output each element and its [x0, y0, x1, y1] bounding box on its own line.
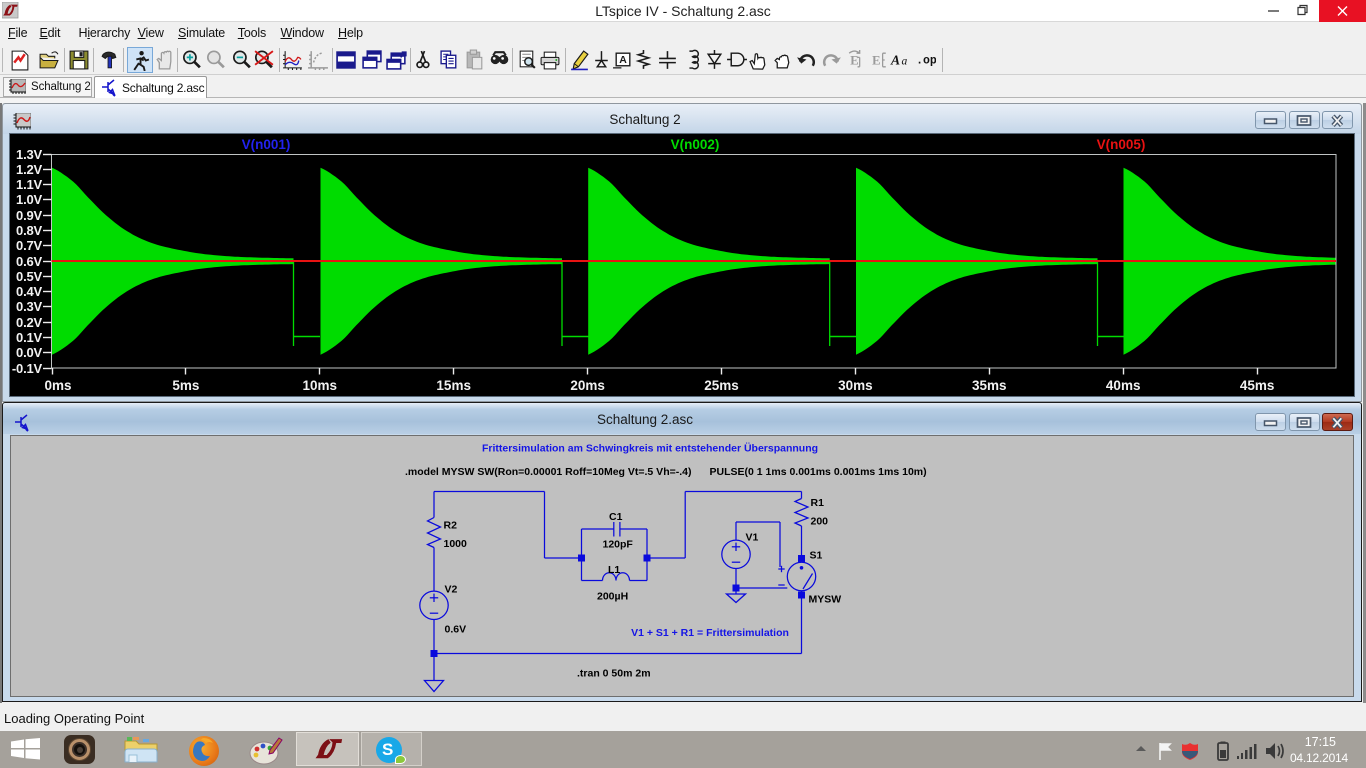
- svg-text:30ms: 30ms: [838, 378, 873, 393]
- svg-text:0.6V: 0.6V: [16, 254, 42, 269]
- svg-text:0.7V: 0.7V: [16, 238, 42, 253]
- svg-text:R2: R2: [444, 520, 458, 532]
- svg-text:200: 200: [811, 516, 829, 528]
- svg-text:15ms: 15ms: [436, 378, 471, 393]
- svg-text:200µH: 200µH: [597, 591, 628, 603]
- svg-text:25ms: 25ms: [704, 378, 739, 393]
- svg-text:S1: S1: [810, 550, 823, 562]
- svg-text:A: A: [619, 55, 627, 66]
- svg-text:45ms: 45ms: [1240, 378, 1275, 393]
- svg-text:Frittersimulation am Schwingkr: Frittersimulation am Schwingkreis mit en…: [482, 442, 818, 455]
- svg-text:C1: C1: [609, 511, 623, 523]
- svg-text:V(n001): V(n001): [242, 137, 291, 152]
- svg-text:0.2V: 0.2V: [16, 315, 42, 330]
- svg-text:V1: V1: [746, 532, 759, 544]
- svg-text:5ms: 5ms: [172, 378, 199, 393]
- svg-text:PULSE(0 1 1ms 0.001ms 0.001ms: PULSE(0 1 1ms 0.001ms 0.001ms 1ms 10m): [710, 466, 927, 478]
- svg-text:V(n005): V(n005): [1097, 137, 1146, 152]
- svg-text:1.3V: 1.3V: [16, 147, 42, 162]
- svg-text:0.8V: 0.8V: [16, 223, 42, 238]
- svg-text:V2: V2: [445, 584, 458, 596]
- svg-text:0.5V: 0.5V: [16, 269, 42, 284]
- svg-text:L1: L1: [608, 564, 620, 576]
- svg-text:.op: .op: [916, 55, 936, 68]
- svg-text:0.9V: 0.9V: [16, 208, 42, 223]
- svg-text:0.4V: 0.4V: [16, 284, 42, 299]
- svg-text:V1 + S1 + R1 = Frittersimulati: V1 + S1 + R1 = Frittersimulation: [631, 627, 789, 639]
- svg-text:40ms: 40ms: [1106, 378, 1141, 393]
- svg-text:A: A: [890, 53, 900, 68]
- svg-text:120pF: 120pF: [603, 539, 634, 551]
- svg-text:35ms: 35ms: [972, 378, 1007, 393]
- svg-text:0ms: 0ms: [44, 378, 71, 393]
- svg-text:10ms: 10ms: [303, 378, 338, 393]
- svg-text:.tran 0 50m 2m: .tran 0 50m 2m: [577, 668, 651, 680]
- svg-text:MYSW: MYSW: [809, 594, 842, 606]
- svg-text:V(n002): V(n002): [671, 137, 720, 152]
- svg-text:0.0V: 0.0V: [16, 345, 42, 360]
- svg-text:0.1V: 0.1V: [16, 330, 42, 345]
- svg-text:1000: 1000: [444, 538, 468, 550]
- svg-text:-0.1V: -0.1V: [12, 361, 43, 376]
- svg-text:20ms: 20ms: [570, 378, 605, 393]
- svg-text:E: E: [850, 54, 858, 68]
- svg-text:E: E: [872, 54, 880, 68]
- svg-text:R1: R1: [811, 497, 825, 509]
- svg-text:1.0V: 1.0V: [16, 192, 42, 207]
- svg-text:.model MYSW SW(Ron=0.00001 Rof: .model MYSW SW(Ron=0.00001 Roff=10Meg Vt…: [405, 466, 691, 478]
- svg-text:1.1V: 1.1V: [16, 177, 42, 192]
- svg-text:1.2V: 1.2V: [16, 162, 42, 177]
- svg-text:0.6V: 0.6V: [445, 624, 467, 636]
- svg-text:a: a: [902, 56, 908, 68]
- svg-text:0.3V: 0.3V: [16, 299, 42, 314]
